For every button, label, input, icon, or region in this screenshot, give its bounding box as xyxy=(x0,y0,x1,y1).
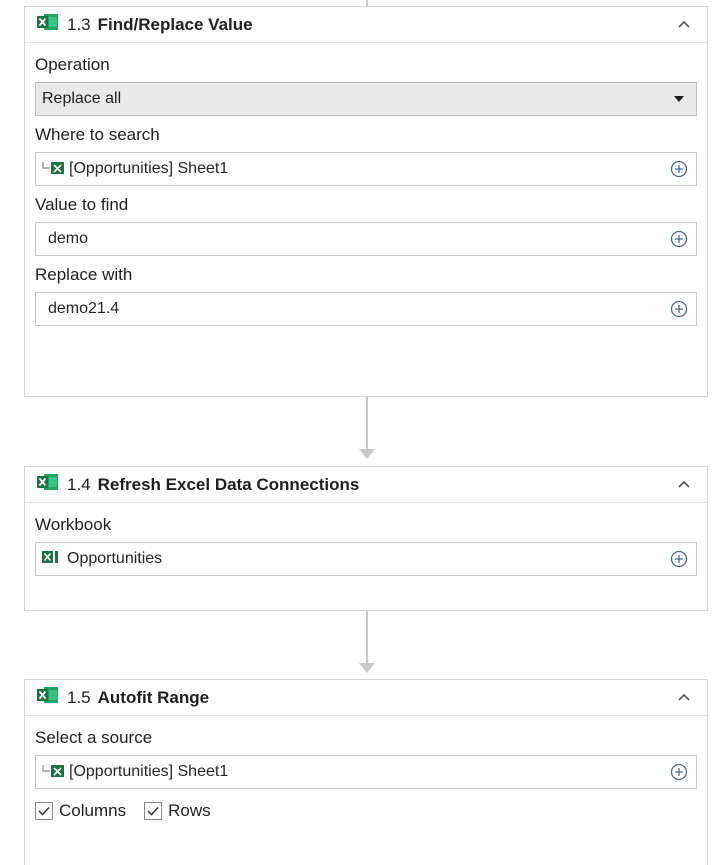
plus-circle-icon[interactable] xyxy=(670,230,688,248)
step-number: 1.5 xyxy=(67,687,91,707)
chevron-up-icon[interactable] xyxy=(675,475,693,493)
caret-down-icon[interactable] xyxy=(674,96,684,102)
excel-icon xyxy=(37,473,59,496)
workbook-value: Opportunities xyxy=(67,550,163,567)
plus-circle-icon[interactable] xyxy=(670,763,688,781)
connector-line xyxy=(366,611,368,663)
chevron-up-icon[interactable] xyxy=(675,15,693,33)
rows-checkbox[interactable]: Rows xyxy=(144,801,211,821)
step-title: Refresh Excel Data Connections xyxy=(97,474,360,494)
operation-select[interactable]: Replace all xyxy=(35,82,697,116)
select-source-label: Select a source xyxy=(35,728,153,747)
operation-value: Replace all xyxy=(42,90,122,107)
step-header-refresh-connections[interactable]: 1.4 Refresh Excel Data Connections xyxy=(25,467,707,503)
arrow-down-icon xyxy=(359,663,375,673)
workflow-canvas: 1.3 Find/Replace Value Operation Replace… xyxy=(0,0,714,865)
replace-with-value: demo21.4 xyxy=(48,300,120,317)
operation-label: Operation xyxy=(35,55,110,74)
autofit-options: Columns Rows xyxy=(35,801,697,821)
value-to-find-label: Value to find xyxy=(35,195,129,214)
rows-label: Rows xyxy=(168,801,211,820)
connector-line xyxy=(366,397,368,449)
excel-icon xyxy=(37,686,59,709)
value-to-find-value: demo xyxy=(48,230,89,247)
step-body-find-replace: Operation Replace all Where to search [O… xyxy=(25,55,707,326)
checkmark-icon[interactable] xyxy=(144,802,163,820)
excel-icon xyxy=(37,13,59,36)
excel-sheet-icon xyxy=(42,762,66,783)
workbook-label: Workbook xyxy=(35,515,112,534)
step-header-find-replace[interactable]: 1.3 Find/Replace Value xyxy=(25,7,707,43)
columns-label: Columns xyxy=(59,801,127,820)
workbook-field[interactable]: Opportunities xyxy=(35,542,697,576)
step-card-find-replace[interactable]: 1.3 Find/Replace Value Operation Replace… xyxy=(24,6,708,397)
replace-with-field[interactable]: demo21.4 xyxy=(35,292,697,326)
step-header-autofit-range[interactable]: 1.5 Autofit Range xyxy=(25,680,707,716)
step-title: Autofit Range xyxy=(97,687,210,707)
where-to-search-field[interactable]: [Opportunities] Sheet1 xyxy=(35,152,697,186)
step-title: Find/Replace Value xyxy=(97,14,253,34)
step-number: 1.3 xyxy=(67,14,91,34)
plus-circle-icon[interactable] xyxy=(670,160,688,178)
plus-circle-icon[interactable] xyxy=(670,550,688,568)
step-body-autofit-range: Select a source [Opportunities] Sheet1 C… xyxy=(25,728,707,821)
chevron-up-icon[interactable] xyxy=(675,688,693,706)
step-body-refresh-connections: Workbook Opportunities xyxy=(25,515,707,576)
columns-checkbox[interactable]: Columns xyxy=(35,801,126,821)
select-source-value: [Opportunities] Sheet1 xyxy=(69,763,229,780)
arrow-down-icon xyxy=(359,449,375,459)
value-to-find-field[interactable]: demo xyxy=(35,222,697,256)
where-to-search-label: Where to search xyxy=(35,125,160,144)
where-to-search-value: [Opportunities] Sheet1 xyxy=(69,160,229,177)
step-number: 1.4 xyxy=(67,474,91,494)
plus-circle-icon[interactable] xyxy=(670,300,688,318)
step-card-autofit-range[interactable]: 1.5 Autofit Range Select a source [Oppor… xyxy=(24,679,708,865)
step-card-refresh-connections[interactable]: 1.4 Refresh Excel Data Connections Workb… xyxy=(24,466,708,611)
excel-sheet-icon xyxy=(42,159,66,180)
checkmark-icon[interactable] xyxy=(35,802,53,820)
excel-workbook-icon xyxy=(42,549,64,570)
replace-with-label: Replace with xyxy=(35,265,133,284)
select-source-field[interactable]: [Opportunities] Sheet1 xyxy=(35,755,697,789)
